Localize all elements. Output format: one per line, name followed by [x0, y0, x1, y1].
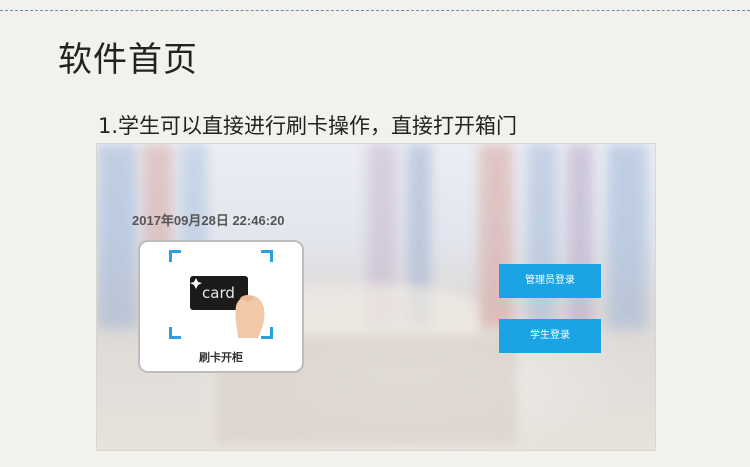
background-book-spine: [567, 144, 593, 329]
admin-login-button[interactable]: 管理员登录: [499, 264, 601, 298]
student-login-button[interactable]: 学生登录: [499, 319, 601, 353]
section-caption: 1.学生可以直接进行刷卡操作，直接打开箱门: [98, 114, 518, 138]
card-text: card: [202, 284, 235, 302]
background-book-spine: [479, 144, 513, 329]
card-in-hand-icon: card: [190, 276, 265, 338]
background-book-spine: [527, 144, 557, 329]
kiosk-screenshot: 2017年09月28日 22:46:20 card 刷卡开柜 管理员登录 学生登…: [96, 143, 656, 451]
top-dashed-divider: [0, 10, 750, 11]
background-book-spine: [607, 144, 647, 329]
scan-frame-corner: [169, 327, 181, 339]
scan-frame-corner: [169, 250, 181, 262]
swipe-card-label: 刷卡开柜: [199, 351, 243, 364]
datetime-display: 2017年09月28日 22:46:20: [132, 213, 285, 228]
swipe-card-panel[interactable]: card 刷卡开柜: [138, 240, 304, 373]
scan-frame-corner: [261, 250, 273, 262]
page-title: 软件首页: [58, 40, 198, 80]
background-book-spine: [97, 144, 137, 329]
